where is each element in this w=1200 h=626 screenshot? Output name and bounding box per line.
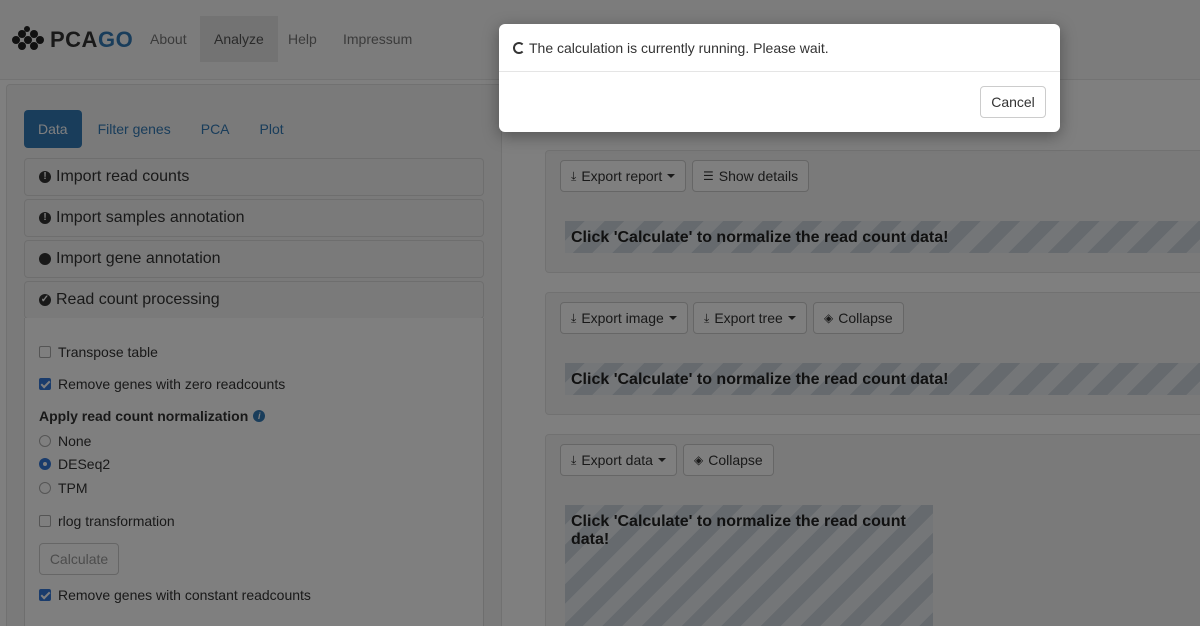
calculation-modal: The calculation is currently running. Pl… xyxy=(499,24,1060,132)
cancel-button[interactable]: Cancel xyxy=(980,86,1046,118)
spinner-icon xyxy=(513,41,525,54)
modal-message: The calculation is currently running. Pl… xyxy=(529,39,829,56)
modal-body: The calculation is currently running. Pl… xyxy=(499,24,1060,72)
